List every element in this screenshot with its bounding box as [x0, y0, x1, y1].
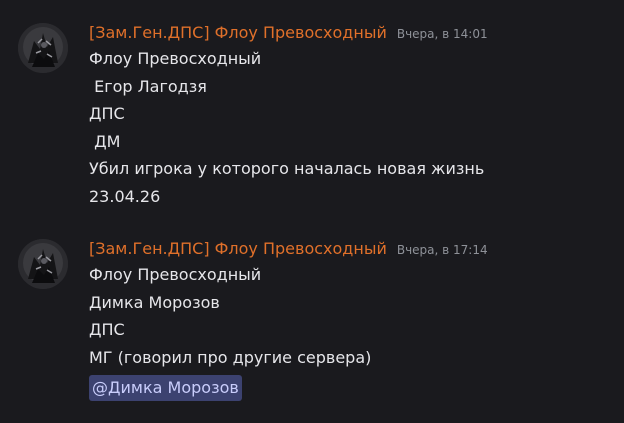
message-line: Димка Морозов [89, 292, 220, 312]
message-line: Егор Лагодзя [89, 76, 207, 96]
author-name[interactable]: [Зам.Ген.ДПС] Флоу Превосходный [89, 239, 387, 258]
message-line: ДПС [89, 320, 125, 340]
dark-character-avatar-icon [18, 23, 68, 73]
message-line: Флоу Превосходный [89, 265, 262, 284]
avatar[interactable] [18, 23, 68, 73]
message-header: [Зам.Ген.ДПС] Флоу Превосходный Вчера, в … [89, 20, 488, 46]
message-content: Флоу Превосходный Егор Лагодзя ДПС ДМ Уб… [89, 45, 484, 211]
dark-character-avatar-icon [18, 239, 68, 289]
message-line: 23.04.26 [89, 186, 161, 206]
message-line: Флоу Превосходный [89, 49, 262, 68]
message-line: Убил игрока у которого началась новая жи… [89, 159, 485, 179]
message-list: [Зам.Ген.ДПС] Флоу Превосходный Вчера, в … [0, 0, 624, 423]
timestamp: Вчера, в 17:14 [396, 243, 488, 257]
timestamp: Вчера, в 14:01 [396, 27, 488, 41]
message-content: Флоу Превосходный Димка Морозов ДПС МГ (… [89, 261, 372, 402]
message-header: [Зам.Ген.ДПС] Флоу Превосходный Вчера, в … [89, 236, 488, 262]
avatar[interactable] [18, 239, 68, 289]
user-mention[interactable]: @Димка Морозов [89, 375, 242, 402]
message-line: МГ (говорил про другие сервера) [89, 347, 372, 367]
message-line: ДМ [89, 131, 121, 151]
message-line: ДПС [89, 104, 125, 124]
author-name[interactable]: [Зам.Ген.ДПС] Флоу Превосходный [89, 23, 387, 42]
